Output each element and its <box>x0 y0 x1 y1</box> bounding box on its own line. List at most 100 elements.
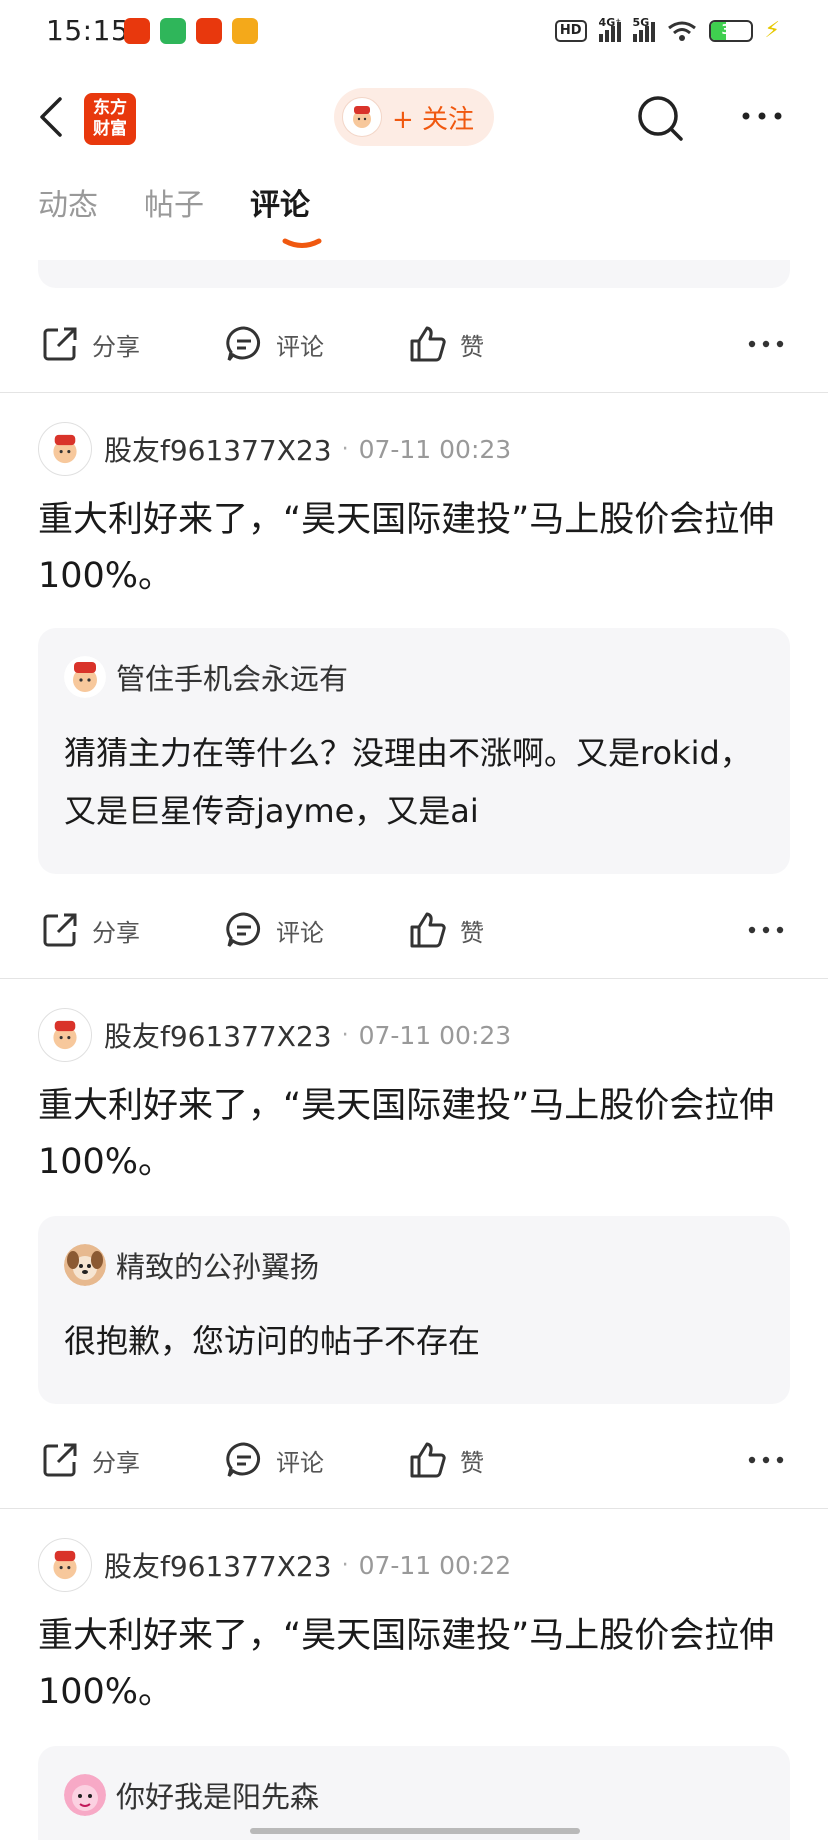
app-notification-icon <box>124 18 150 44</box>
dog-avatar-icon <box>64 1244 106 1286</box>
share-label: 分享 <box>92 918 140 947</box>
share-icon <box>43 327 77 361</box>
separator-dot: · <box>341 436 349 462</box>
share-label: 分享 <box>92 332 140 361</box>
divider <box>0 392 828 393</box>
quoted-author: 管住手机会永远有 <box>64 656 348 698</box>
battery-level: 39 <box>721 22 740 38</box>
post-author: 股友f961377X23 · 07-11 00:23 <box>38 1008 511 1062</box>
author-avatar[interactable] <box>38 422 92 476</box>
quoted-post[interactable]: 精致的公孙翼扬 很抱歉，您访问的帖子不存在 <box>38 1216 790 1404</box>
signal-4g-icon: 4G⁺ <box>598 16 621 42</box>
quoted-post[interactable]: 你好我是阳先森 <box>38 1746 790 1840</box>
quoted-post[interactable]: 管住手机会永远有 猜猜主力在等什么？没理由不涨啊。又是rokid，又是巨星传奇j… <box>38 628 790 874</box>
caishen-avatar-icon <box>53 434 77 464</box>
user-avatar <box>342 97 382 137</box>
post-time: 07-11 00:23 <box>358 1020 512 1050</box>
caishen-avatar-icon <box>53 1020 77 1050</box>
author-avatar[interactable] <box>38 1538 92 1592</box>
search-icon[interactable] <box>636 94 686 144</box>
caishen-avatar-icon <box>53 1550 77 1580</box>
post-time: 07-11 00:23 <box>358 434 512 464</box>
like-label: 赞 <box>460 1448 484 1477</box>
share-button[interactable]: 分享 <box>40 1440 140 1480</box>
action-bar: 分享 评论 赞 <box>0 312 828 372</box>
follow-button[interactable]: + 关注 <box>334 88 494 146</box>
caishen-avatar-icon <box>64 656 106 698</box>
author-name[interactable]: 股友f961377X23 <box>104 1015 332 1055</box>
back-arrow-icon[interactable] <box>36 96 66 138</box>
post-text[interactable]: 重大利好来了，“昊天国际建投”马上股价会拉伸100%。 <box>38 492 790 604</box>
app-notification-icon <box>196 18 222 44</box>
charging-icon: ⚡ <box>764 18 780 43</box>
comment-label: 评论 <box>276 918 324 947</box>
action-bar: 分享 评论 赞 <box>0 1428 828 1488</box>
like-label: 赞 <box>460 332 484 361</box>
share-label: 分享 <box>92 1448 140 1477</box>
app-notification-icon <box>160 18 186 44</box>
status-indicators: HD 4G⁺ 5G 39 ⚡ <box>554 16 780 43</box>
like-button[interactable]: 赞 <box>408 324 484 364</box>
author-avatar[interactable] <box>38 1008 92 1062</box>
quoted-author-avatar <box>64 1244 106 1286</box>
separator-dot: · <box>341 1552 349 1578</box>
post-text[interactable]: 重大利好来了，“昊天国际建投”马上股价会拉伸100%。 <box>38 1608 790 1720</box>
thumbs-up-icon <box>410 1442 446 1478</box>
comment-icon <box>226 326 260 361</box>
quoted-author-name: 管住手机会永远有 <box>116 662 349 696</box>
author-name[interactable]: 股友f961377X23 <box>104 1545 332 1585</box>
share-button[interactable]: 分享 <box>40 324 140 364</box>
quoted-author-name: 精致的公孙翼扬 <box>116 1250 320 1284</box>
comment-icon <box>226 912 260 947</box>
signal-5g-icon: 5G <box>632 16 655 42</box>
post-author: 股友f961377X23 · 07-11 00:22 <box>38 1538 511 1592</box>
status-notification-icons <box>124 18 258 44</box>
divider <box>0 978 828 979</box>
more-icon[interactable] <box>748 340 784 348</box>
comment-icon <box>226 1442 260 1477</box>
comment-label: 评论 <box>276 332 324 361</box>
author-name[interactable]: 股友f961377X23 <box>104 429 332 469</box>
app-logo[interactable]: 东方 财富 <box>84 93 136 145</box>
tab-posts[interactable]: 帖子 <box>144 180 204 224</box>
post-author: 股友f961377X23 · 07-11 00:23 <box>38 422 511 476</box>
comment-label: 评论 <box>276 1448 324 1477</box>
quoted-author: 精致的公孙翼扬 <box>64 1244 319 1286</box>
previous-quote-card <box>38 260 790 288</box>
top-nav: 东方 财富 + 关注 <box>0 66 828 166</box>
tab-comments[interactable]: 评论 <box>250 180 310 224</box>
quoted-author-avatar <box>64 656 106 698</box>
status-time: 15:15 <box>46 14 130 47</box>
comment-button[interactable]: 评论 <box>224 910 324 950</box>
quoted-text: 很抱歉，您访问的帖子不存在 <box>64 1322 481 1360</box>
comment-button[interactable]: 评论 <box>224 1440 324 1480</box>
quoted-author-name: 你好我是阳先森 <box>116 1780 320 1814</box>
home-indicator[interactable] <box>250 1828 580 1834</box>
quoted-author: 你好我是阳先森 <box>64 1774 319 1816</box>
hd-indicator: HD <box>554 19 587 42</box>
like-label: 赞 <box>460 918 484 947</box>
battery-icon: 39 <box>708 19 753 42</box>
follow-label: + 关注 <box>392 104 475 135</box>
cartoon-avatar-icon <box>64 1774 106 1816</box>
wifi-icon <box>667 21 696 41</box>
more-options-icon[interactable] <box>740 106 784 126</box>
caishen-avatar-icon <box>353 106 371 128</box>
post-time: 07-11 00:22 <box>358 1550 512 1580</box>
comment-button[interactable]: 评论 <box>224 324 324 364</box>
status-bar: 15:15 HD 4G⁺ 5G 39 ⚡ <box>0 0 828 66</box>
share-icon <box>43 913 77 947</box>
quoted-author-avatar <box>64 1774 106 1816</box>
like-button[interactable]: 赞 <box>408 910 484 950</box>
thumbs-up-icon <box>410 326 446 362</box>
more-icon[interactable] <box>748 1456 784 1464</box>
post-text[interactable]: 重大利好来了，“昊天国际建投”马上股价会拉伸100%。 <box>38 1078 790 1190</box>
quoted-text: 猜猜主力在等什么？没理由不涨啊。又是rokid，又是巨星传奇jayme，又是ai <box>64 734 752 830</box>
app-notification-icon <box>232 18 258 44</box>
share-button[interactable]: 分享 <box>40 910 140 950</box>
tab-dynamic[interactable]: 动态 <box>38 180 98 224</box>
thumbs-up-icon <box>410 912 446 948</box>
like-button[interactable]: 赞 <box>408 1440 484 1480</box>
active-tab-indicator <box>282 238 322 248</box>
more-icon[interactable] <box>748 926 784 934</box>
